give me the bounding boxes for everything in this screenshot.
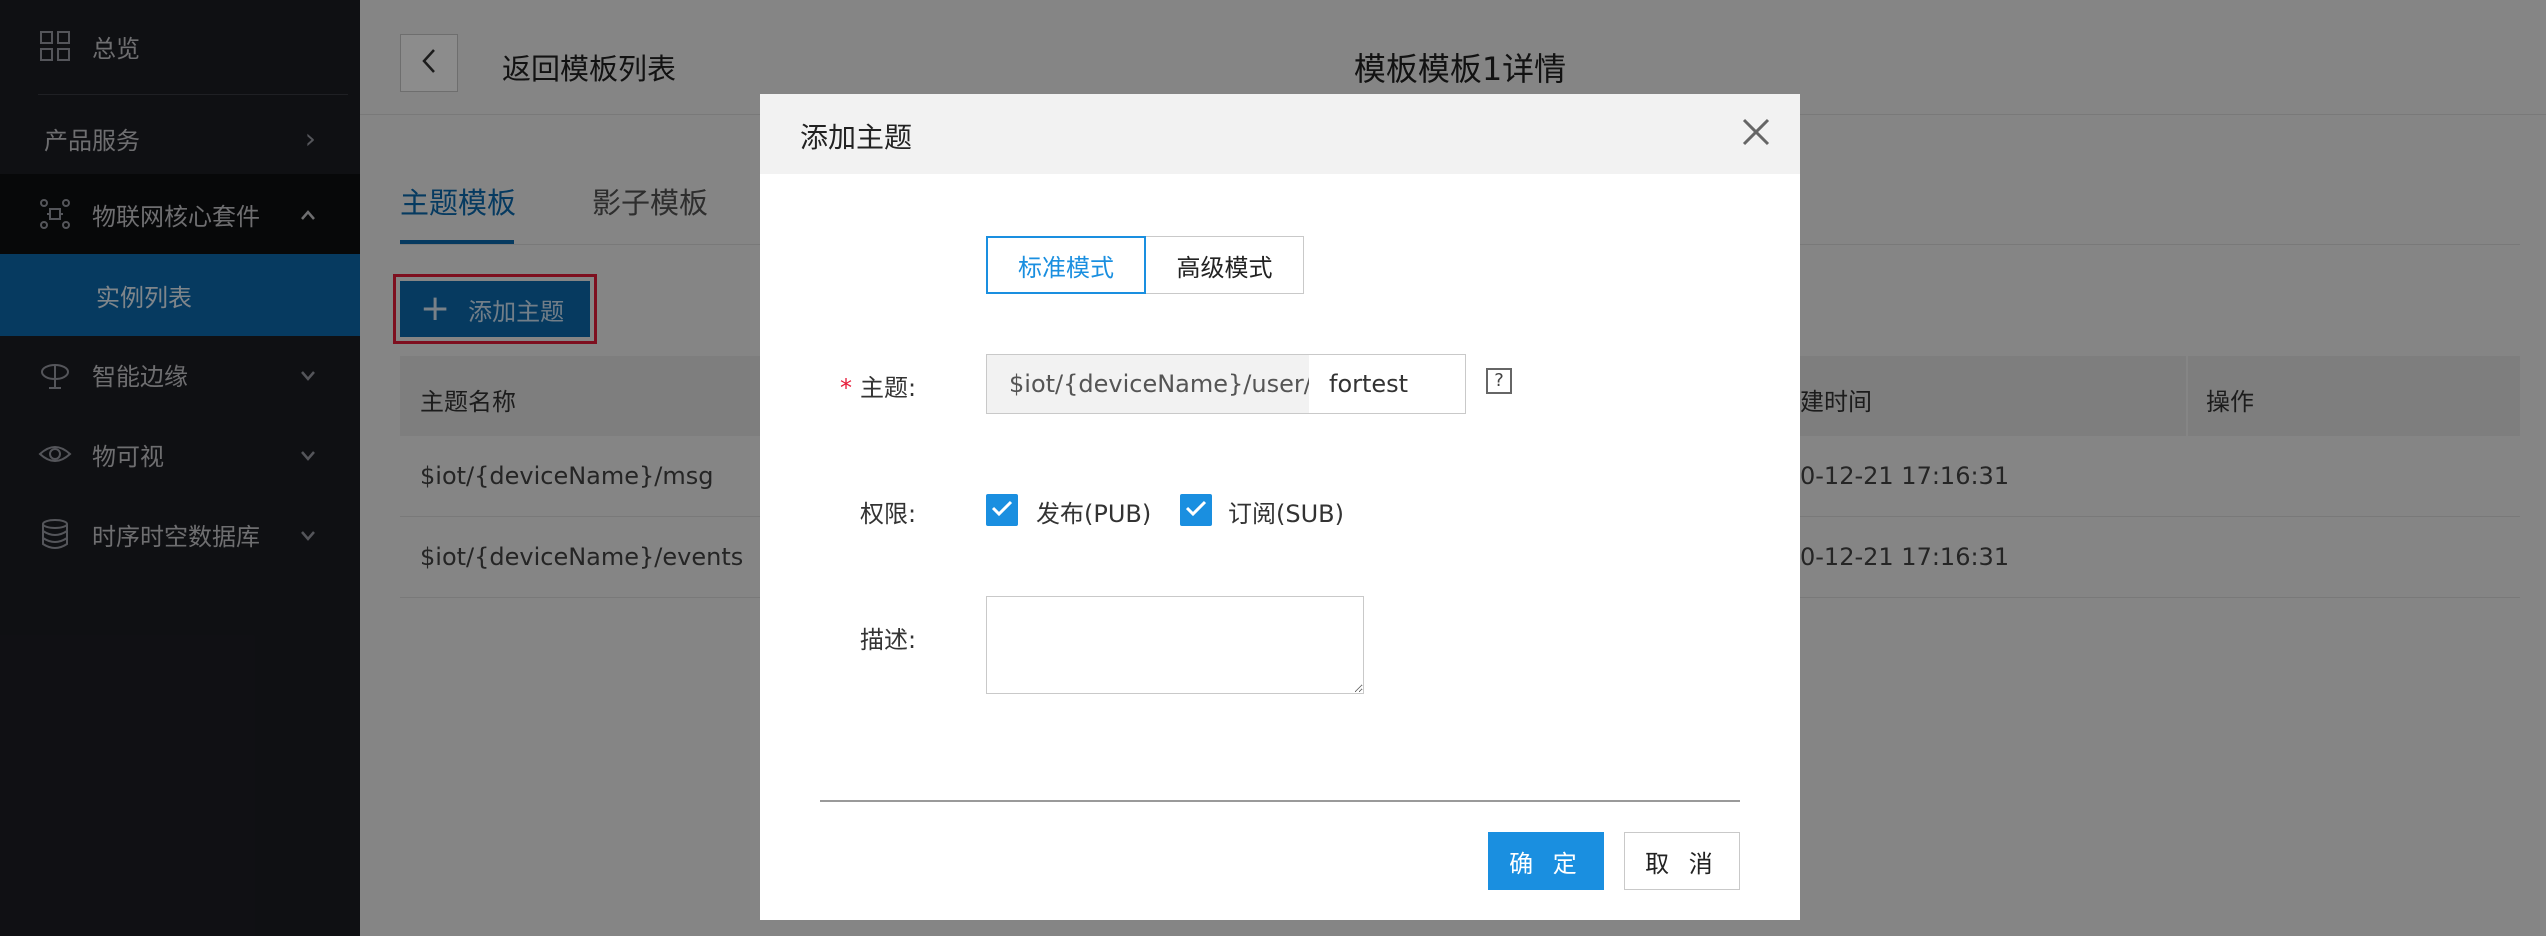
checkmark-icon (990, 498, 1014, 522)
required-mark: * (840, 374, 852, 402)
description-field[interactable] (986, 596, 1364, 694)
cancel-button[interactable]: 取 消 (1624, 832, 1740, 890)
close-icon[interactable] (1736, 112, 1776, 152)
help-icon[interactable]: ? (1486, 368, 1512, 394)
topic-label: 主题: (860, 374, 917, 402)
sub-checkbox[interactable] (1180, 494, 1212, 526)
dialog-header: 添加主题 (760, 94, 1800, 174)
dialog-title: 添加主题 (800, 121, 913, 154)
pub-checkbox-label: 发布(PUB) (1036, 500, 1152, 528)
permission-label: 权限: (860, 500, 917, 528)
checkmark-icon (1184, 498, 1208, 522)
mode-advanced-button[interactable]: 高级模式 (1146, 236, 1304, 294)
pub-checkbox[interactable] (986, 494, 1018, 526)
topic-input[interactable] (1309, 355, 1465, 413)
topic-label-row: * 主题: (840, 368, 916, 403)
mode-standard-button[interactable]: 标准模式 (986, 236, 1146, 294)
add-topic-dialog: 添加主题 标准模式 高级模式 * 主题: $iot/{deviceName}/us… (760, 94, 1800, 920)
topic-field: $iot/{deviceName}/user/ (986, 354, 1466, 414)
dialog-footer-divider (820, 800, 1740, 802)
topic-prefix: $iot/{deviceName}/user/ (987, 355, 1312, 413)
sub-checkbox-label: 订阅(SUB) (1228, 500, 1344, 528)
confirm-button[interactable]: 确 定 (1488, 832, 1604, 890)
description-label: 描述: (860, 626, 917, 654)
